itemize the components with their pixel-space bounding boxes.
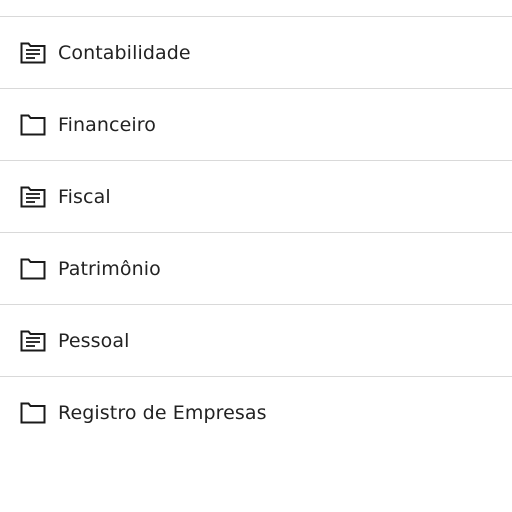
list-item-registro-de-empresas[interactable]: Registro de Empresas — [0, 377, 512, 448]
folder-list: Contabilidade Financeiro Fiscal Patrimôn… — [0, 17, 512, 448]
list-item-label: Contabilidade — [58, 41, 191, 64]
list-item-contabilidade[interactable]: Contabilidade — [0, 17, 512, 89]
list-item-label: Fiscal — [58, 185, 111, 208]
folder-icon — [20, 258, 46, 279]
folder-list-screen: Contabilidade Financeiro Fiscal Patrimôn… — [0, 0, 512, 512]
list-item-label: Financeiro — [58, 113, 156, 136]
list-item-label: Patrimônio — [58, 257, 161, 280]
list-item-fiscal[interactable]: Fiscal — [0, 161, 512, 233]
list-item-financeiro[interactable]: Financeiro — [0, 89, 512, 161]
list-item-patrimonio[interactable]: Patrimônio — [0, 233, 512, 305]
list-item-label: Registro de Empresas — [58, 401, 267, 424]
document-folder-icon — [20, 186, 46, 207]
list-item-pessoal[interactable]: Pessoal — [0, 305, 512, 377]
folder-icon — [20, 114, 46, 135]
folder-icon — [20, 402, 46, 423]
document-folder-icon — [20, 330, 46, 351]
list-item-label: Pessoal — [58, 329, 130, 352]
document-folder-icon — [20, 42, 46, 63]
